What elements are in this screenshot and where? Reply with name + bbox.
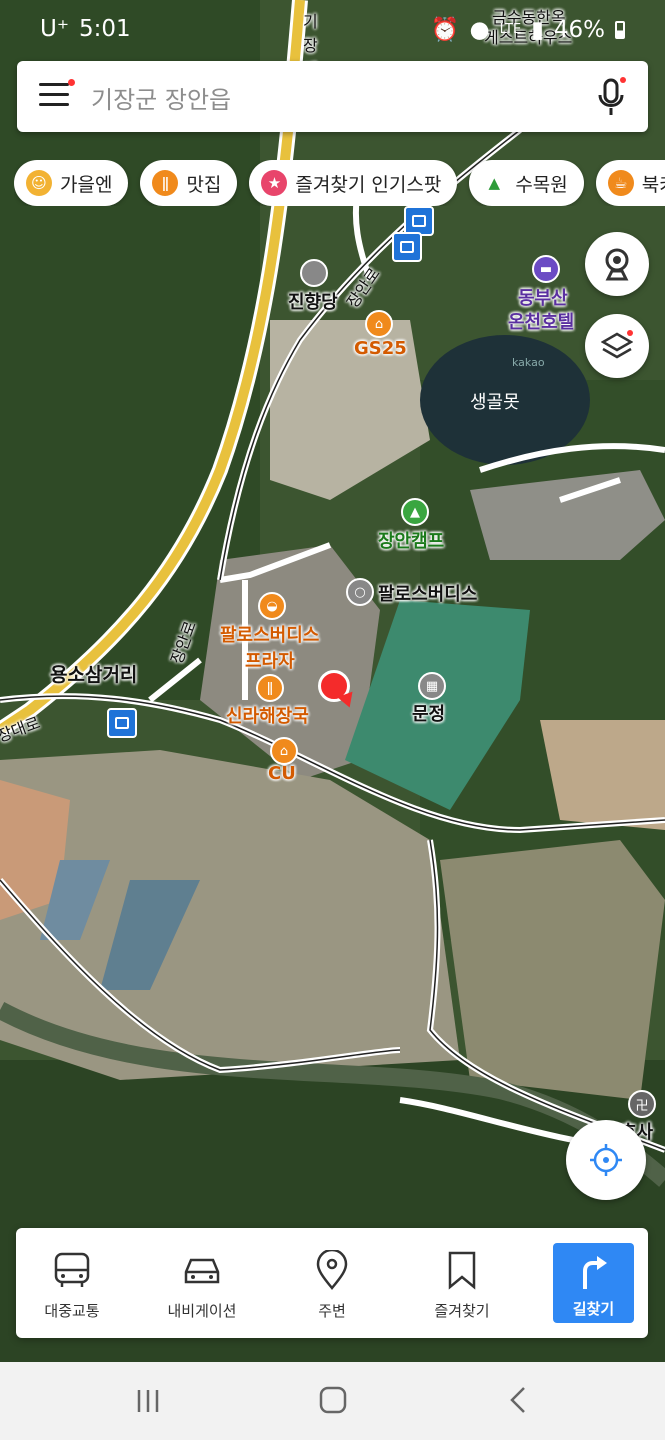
- tab-favorites[interactable]: 즐겨찾기: [406, 1228, 518, 1338]
- star-icon: ★: [261, 170, 288, 196]
- chip-book-cafe[interactable]: ☕ 북카: [595, 160, 665, 206]
- chip-restaurants[interactable]: ǁ 맛집: [140, 160, 238, 206]
- hotel-icon[interactable]: ▬: [532, 255, 560, 283]
- camp-tent-icon[interactable]: ▲: [401, 498, 429, 526]
- category-chips: ☺ 가을엔 ǁ 맛집 ★ 즐겨찾기 인기스팟 ▲ 수목원 ☕ 북카: [14, 160, 665, 206]
- fork-knife-icon: ǁ: [152, 170, 179, 196]
- cctv-icon: [605, 248, 629, 281]
- layers-button[interactable]: [585, 314, 649, 378]
- tree-icon: ▲: [481, 170, 508, 196]
- convenience-store-icon[interactable]: ⌂: [365, 310, 393, 338]
- menu-icon[interactable]: [39, 79, 75, 109]
- convenience-store-icon[interactable]: ⌂: [270, 737, 298, 765]
- leaf-face-icon: ☺: [26, 170, 52, 196]
- location-status-icon: ●: [469, 16, 490, 43]
- clock: 5:01: [78, 16, 131, 42]
- map-label-paros[interactable]: 팔로스버디스: [378, 580, 477, 606]
- map-label-paros-plaza[interactable]: 팔로스버디스: [220, 621, 319, 647]
- bus-stop-icon[interactable]: [392, 232, 422, 262]
- map-label-gs25[interactable]: GS25: [354, 338, 407, 359]
- kakao-watermark: kakao: [512, 356, 545, 369]
- location-pin-icon: [316, 1250, 348, 1290]
- map-label-yongso[interactable]: 용소삼거리: [50, 660, 137, 687]
- back-icon[interactable]: [508, 1386, 530, 1414]
- map-label-munjeong[interactable]: 문정: [412, 700, 445, 726]
- cup-icon: ☕: [607, 170, 634, 196]
- search-input[interactable]: 기장군 장안읍: [91, 80, 231, 115]
- my-location-button[interactable]: [566, 1120, 646, 1200]
- crosshair-icon: [590, 1144, 622, 1176]
- fastfood-icon[interactable]: ◒: [258, 592, 286, 620]
- building-poi-icon[interactable]: ▦: [418, 672, 446, 700]
- battery-percent: 46%: [553, 16, 605, 43]
- restaurant-icon[interactable]: ǁ: [256, 674, 284, 702]
- home-icon[interactable]: [319, 1386, 347, 1414]
- directions-button[interactable]: 길찾기: [553, 1243, 634, 1323]
- map-label-dongbusan[interactable]: 동부산: [518, 284, 568, 310]
- alarm-icon: ⏰: [430, 17, 460, 43]
- car-icon: [184, 1258, 220, 1284]
- tab-public-transit[interactable]: 대중교통: [16, 1228, 128, 1338]
- bookmark-icon: [448, 1251, 476, 1290]
- map-label-cu[interactable]: CU: [268, 763, 296, 784]
- layers-icon: [601, 330, 633, 359]
- system-navigation-bar: [0, 1362, 665, 1440]
- notification-dot: [68, 79, 75, 86]
- map-label-camp[interactable]: 장안캠프: [378, 527, 444, 553]
- map-label-onchen-hotel[interactable]: 온천호텔: [508, 308, 574, 334]
- map-label-pond: 생골못: [470, 392, 520, 413]
- temple-icon[interactable]: 卍: [628, 1090, 656, 1118]
- building-poi-icon[interactable]: ○: [346, 578, 374, 606]
- status-bar: U⁺ 5:01 ⏰ ● LTE ▮ 46%: [0, 0, 665, 62]
- turn-right-arrow-icon: [583, 1256, 607, 1289]
- battery-icon: [615, 20, 625, 39]
- bus-stop-icon[interactable]: [107, 708, 137, 738]
- search-bar[interactable]: 기장군 장안읍: [17, 61, 648, 132]
- bottom-navigation: 대중교통 내비게이션 주변 즐겨찾기 길찾기: [16, 1228, 648, 1338]
- chip-autumn[interactable]: ☺ 가을엔: [14, 160, 129, 206]
- chip-popular-favorites[interactable]: ★ 즐겨찾기 인기스팟: [249, 160, 458, 206]
- signal-icon: ▮: [531, 16, 544, 43]
- tab-navigation[interactable]: 내비게이션: [146, 1228, 258, 1338]
- network-label: LTE: [499, 22, 522, 37]
- cctv-button[interactable]: [585, 232, 649, 296]
- map-label-plaza[interactable]: 프라자: [245, 647, 295, 673]
- microphone-icon[interactable]: [596, 77, 626, 117]
- chip-arboretum[interactable]: ▲ 수목원: [469, 160, 584, 206]
- map-label-shilla[interactable]: 신라해장국: [226, 702, 309, 728]
- tab-nearby[interactable]: 주변: [276, 1228, 388, 1338]
- bus-icon: [54, 1252, 90, 1287]
- recent-apps-icon[interactable]: [135, 1388, 161, 1414]
- building-poi-icon[interactable]: [300, 259, 328, 287]
- carrier-label: U⁺: [40, 16, 69, 42]
- map-label-jinhyangdang[interactable]: 진향당: [288, 288, 338, 314]
